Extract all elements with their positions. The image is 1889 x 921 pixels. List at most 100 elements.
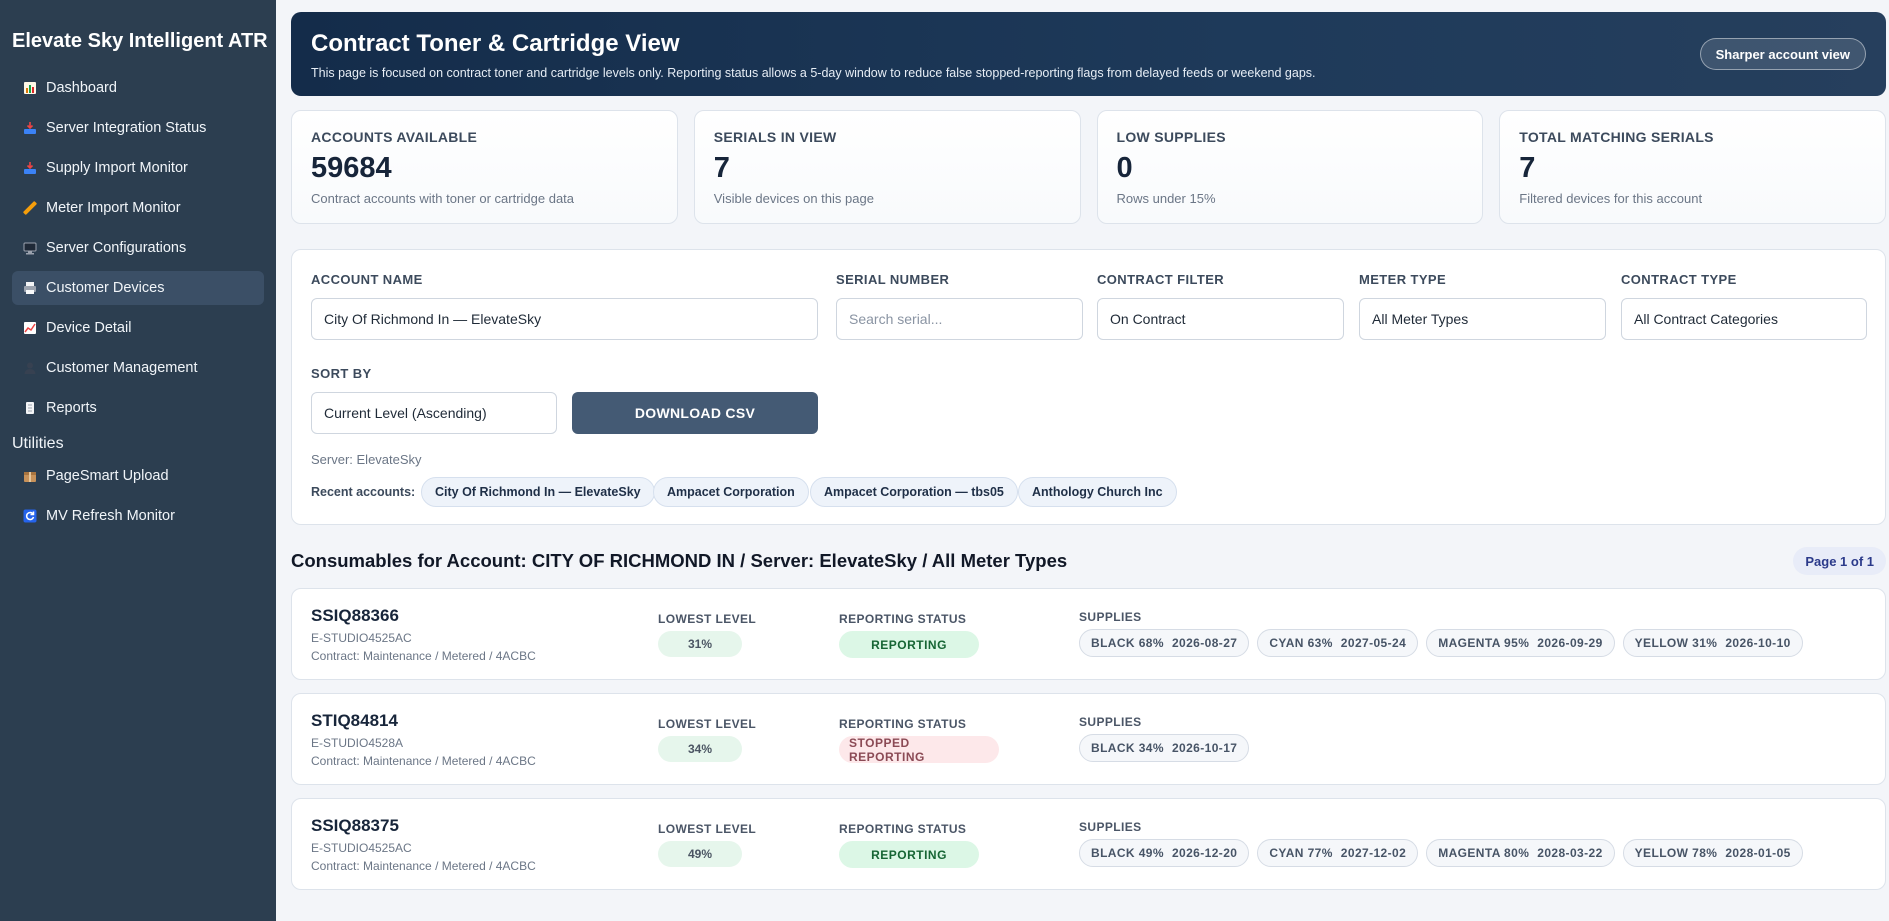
sidebar-item-mv-refresh-monitor[interactable]: MV Refresh Monitor (12, 499, 264, 533)
lowest-level-badge: 49% (658, 841, 742, 867)
supply-date: 2026-08-27 (1171, 636, 1238, 650)
refresh-icon (22, 508, 38, 524)
serial-number-label: SERIAL NUMBER (836, 272, 950, 287)
supply-level: CYAN 77% (1269, 846, 1333, 860)
stat-value: 7 (1519, 152, 1536, 184)
reporting-status-label: REPORTING STATUS (839, 717, 967, 731)
sidebar-item-device-detail[interactable]: Device Detail (12, 311, 264, 345)
sidebar-section-utilities: Utilities (12, 435, 64, 452)
supply-level: YELLOW 31% (1634, 636, 1718, 650)
account-name-label: ACCOUNT NAME (311, 272, 423, 287)
stat-card-accounts: ACCOUNTS AVAILABLE 59684 Contract accoun… (291, 110, 678, 224)
users-icon (22, 360, 38, 376)
contract-filter-label: CONTRACT FILTER (1097, 272, 1225, 287)
sidebar-item-reports[interactable]: Reports (12, 391, 264, 425)
device-card[interactable]: SSIQ88375 E-STUDIO4525AC Contract: Mainten… (291, 798, 1886, 890)
sidebar-item-customer-management[interactable]: Customer Management (12, 351, 264, 385)
serial-search-input[interactable]: Search serial... (836, 298, 1083, 340)
stat-description: Filtered devices for this account (1519, 191, 1703, 206)
supply-date: 2028-03-22 (1537, 846, 1603, 860)
reporting-status-badge: REPORTING (839, 841, 979, 868)
stat-label: TOTAL MATCHING SERIALS (1519, 129, 1714, 145)
reporting-status-label: REPORTING STATUS (839, 612, 967, 626)
sidebar-item-server-integration-status[interactable]: Server Integration Status (12, 111, 264, 145)
page-header: Contract Toner & Cartridge View This pag… (291, 12, 1886, 96)
sidebar-item-label: MV Refresh Monitor (46, 508, 175, 524)
supplies-list: BLACK 68% 2026-08-27 CYAN 63% 2027-05-24 MAG… (1079, 629, 1803, 657)
supply-date: 2026-12-20 (1171, 846, 1238, 860)
sidebar-item-supply-import-monitor[interactable]: Supply Import Monitor (12, 151, 264, 185)
sidebar-item-label: Dashboard (46, 80, 117, 96)
device-list: SSIQ88366 E-STUDIO4525AC Contract: Mainten… (291, 588, 1886, 890)
stat-value: 7 (713, 152, 730, 184)
device-serial[interactable]: STIQ84814 (311, 711, 398, 731)
contract-filter-select[interactable]: On Contract (1097, 298, 1344, 340)
device-serial[interactable]: SSIQ88366 (311, 606, 399, 626)
account-name-input[interactable]: City Of Richmond In — ElevateSky (311, 298, 818, 340)
reporting-status-badge: STOPPED REPORTING (839, 736, 999, 764)
sidebar-item-label: Device Detail (46, 320, 132, 336)
recent-account-chip[interactable]: City Of Richmond In — ElevateSky (421, 477, 655, 507)
sidebar-item-pagesmart-upload[interactable]: PageSmart Upload (12, 459, 264, 493)
sidebar-utilities-nav: PageSmart Upload MV Refresh Monitor (12, 459, 264, 533)
page-description: This page is focused on contract toner a… (311, 66, 1316, 80)
stat-label: ACCOUNTS AVAILABLE (311, 129, 478, 145)
sidebar-item-label: Customer Devices (46, 280, 165, 296)
supply-date: 2028-01-05 (1725, 846, 1791, 860)
sidebar-item-label: Server Integration Status (46, 120, 207, 136)
sidebar-item-label: Meter Import Monitor (46, 200, 181, 216)
supply-chip: MAGENTA 95% 2026-09-29 (1426, 629, 1615, 657)
line-chart-icon (22, 320, 38, 336)
stat-card-total-matching: TOTAL MATCHING SERIALS 7 Filtered device… (1499, 110, 1886, 224)
supply-chip: CYAN 63% 2027-05-24 (1257, 629, 1419, 657)
recent-account-chip[interactable]: Ampacet Corporation — tbs05 (810, 477, 1018, 507)
device-model: E-STUDIO4525AC (311, 841, 412, 855)
download-csv-button[interactable]: DOWNLOAD CSV (572, 392, 818, 434)
lowest-level-badge: 34% (658, 736, 742, 762)
bar-chart-icon (22, 80, 38, 96)
filter-panel: ACCOUNT NAME City Of Richmond In — Eleva… (291, 249, 1886, 525)
stat-value: 59684 (311, 152, 392, 184)
device-card[interactable]: SSIQ88366 E-STUDIO4525AC Contract: Mainten… (291, 588, 1886, 680)
device-serial[interactable]: SSIQ88375 (311, 816, 399, 836)
device-card[interactable]: STIQ84814 E-STUDIO4528A Contract: Maintena… (291, 693, 1886, 785)
stats-row: ACCOUNTS AVAILABLE 59684 Contract accoun… (291, 110, 1886, 224)
sidebar-item-label: Supply Import Monitor (46, 160, 188, 176)
supply-chip: YELLOW 31% 2026-10-10 (1622, 629, 1803, 657)
supply-chip: BLACK 49% 2026-12-20 (1079, 839, 1250, 867)
stat-description: Rows under 15% (1116, 191, 1216, 206)
desktop-icon (22, 240, 38, 256)
supply-level: BLACK 68% (1091, 636, 1164, 650)
sort-by-select[interactable]: Current Level (Ascending) (311, 392, 557, 434)
supply-chip: YELLOW 78% 2028-01-05 (1622, 839, 1803, 867)
device-contract: Contract: Maintenance / Metered / 4ACBC (311, 649, 536, 663)
device-contract: Contract: Maintenance / Metered / 4ACBC (311, 754, 536, 768)
device-model: E-STUDIO4528A (311, 736, 404, 750)
meter-type-select[interactable]: All Meter Types (1359, 298, 1606, 340)
supply-level: YELLOW 78% (1634, 846, 1718, 860)
sharper-account-view-button[interactable]: Sharper account view (1699, 38, 1866, 70)
supply-level: MAGENTA 95% (1438, 636, 1530, 650)
supplies-list: BLACK 49% 2026-12-20 CYAN 77% 2027-12-02 MAG… (1079, 839, 1803, 867)
sidebar-nav: Dashboard Server Integration Status Supply… (12, 71, 264, 425)
stat-value: 0 (1116, 152, 1133, 184)
sidebar-item-label: Customer Management (46, 360, 198, 376)
supply-date: 2026-09-29 (1537, 636, 1603, 650)
sidebar-item-server-configurations[interactable]: Server Configurations (12, 231, 264, 265)
stat-label: LOW SUPPLIES (1116, 129, 1226, 145)
supply-date: 2026-10-10 (1725, 636, 1791, 650)
contract-type-select[interactable]: All Contract Categories (1621, 298, 1867, 340)
sidebar-item-customer-devices[interactable]: Customer Devices (12, 271, 264, 305)
sidebar-item-meter-import-monitor[interactable]: Meter Import Monitor (12, 191, 264, 225)
inbox-tray-icon (22, 160, 38, 176)
recent-account-chip[interactable]: Ampacet Corporation (653, 477, 809, 507)
package-icon (22, 468, 38, 484)
sidebar: Elevate Sky Intelligent ATR Dashboard Ser… (0, 0, 276, 921)
sidebar-item-dashboard[interactable]: Dashboard (12, 71, 264, 105)
document-icon (22, 400, 38, 416)
sidebar-item-label: Reports (46, 400, 97, 416)
consumables-title: Consumables for Account: CITY OF RICHMON… (291, 550, 1068, 571)
recent-account-chip[interactable]: Anthology Church Inc (1018, 477, 1177, 507)
ruler-icon (22, 200, 38, 216)
app-title: Elevate Sky Intelligent ATR (12, 30, 268, 52)
